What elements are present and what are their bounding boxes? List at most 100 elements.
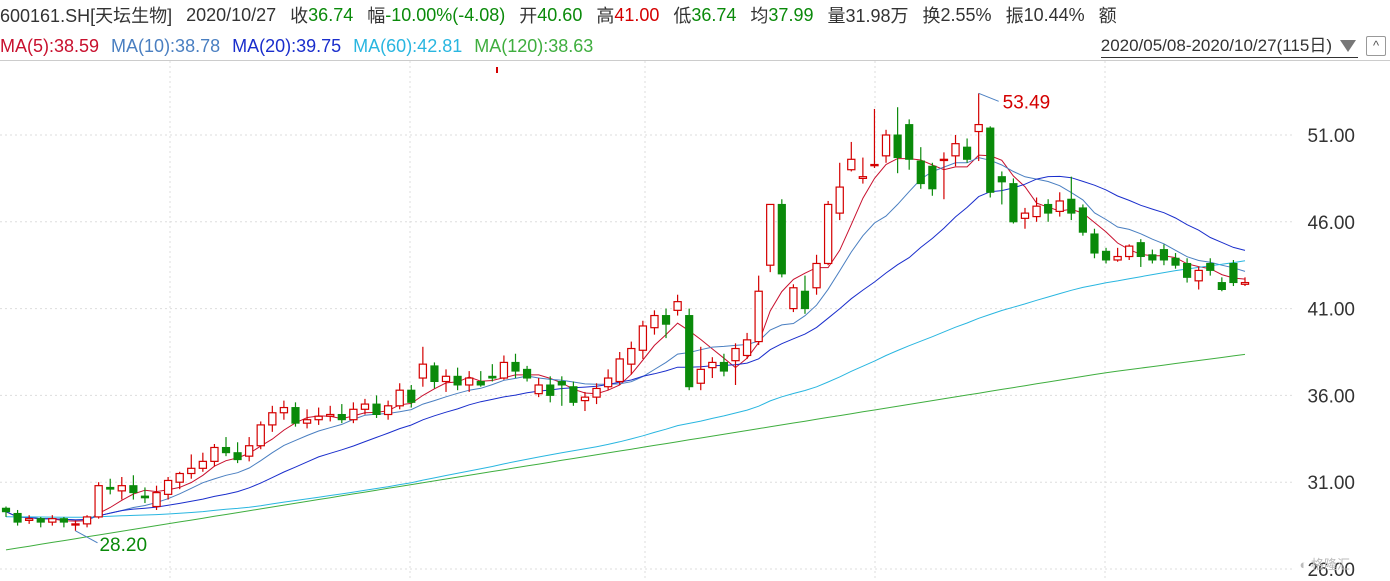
candle-body [129, 485, 138, 494]
candle [383, 400, 393, 420]
candle [117, 476, 126, 500]
candle-body [974, 123, 983, 133]
candle [1148, 249, 1157, 264]
candle-body [1032, 205, 1041, 218]
candle [1044, 199, 1053, 222]
candle [580, 391, 590, 412]
candle [905, 119, 914, 170]
candle-body [951, 143, 960, 157]
candle [210, 444, 219, 467]
volume-label: 量 [827, 6, 846, 26]
candle-body [198, 460, 208, 469]
avg-label: 均 [750, 6, 769, 26]
candle [233, 442, 242, 464]
high-value: 41.00 [614, 4, 660, 25]
candle-body [418, 363, 428, 379]
candle [1078, 204, 1087, 236]
candlestick-chart[interactable]: 51.0046.0041.0036.0031.0026.00 53.4928.2… [0, 61, 1390, 581]
candle-body [522, 368, 532, 379]
candle [511, 353, 520, 379]
candle-body [638, 325, 648, 351]
candle-body [291, 407, 300, 424]
candle [187, 454, 196, 479]
candle [1, 506, 11, 517]
candle-body [464, 377, 474, 386]
candle-body [175, 472, 184, 483]
candle-body [1125, 245, 1134, 258]
candle-body [106, 486, 115, 490]
candle-body [511, 361, 520, 372]
candle-body [557, 381, 566, 386]
candle [1009, 178, 1018, 224]
candle [221, 437, 231, 457]
candle-body [140, 495, 150, 499]
ma5-legend[interactable]: MA(5):38.59 [0, 36, 99, 57]
candle [291, 402, 300, 427]
candle-body [905, 124, 914, 160]
y-tick-label: 46.00 [1307, 213, 1355, 234]
ma20-legend[interactable]: MA(20):39.75 [232, 36, 341, 57]
candle [198, 452, 208, 472]
candle [800, 275, 810, 314]
ma10-legend[interactable]: MA(10):38.78 [111, 36, 220, 57]
candle [314, 407, 323, 425]
candle [453, 367, 462, 391]
open-value: 40.60 [537, 4, 583, 25]
candle-body [163, 479, 173, 495]
candle [974, 93, 983, 162]
candle-body [36, 518, 45, 523]
candle [893, 107, 902, 174]
candle [279, 400, 289, 420]
candle-body [48, 518, 57, 523]
candle-body [881, 134, 891, 157]
candle [708, 357, 717, 379]
stock-code[interactable]: 600161.SH[天坛生物] [0, 2, 172, 28]
candle [603, 369, 613, 391]
dropdown-triangle-icon[interactable] [1340, 40, 1356, 52]
candle [395, 383, 404, 410]
candle-body [1101, 250, 1111, 261]
candle [152, 485, 161, 510]
candle [372, 395, 381, 418]
candle [1101, 247, 1111, 264]
candle-body [256, 424, 265, 447]
collapse-button[interactable]: ^ [1366, 36, 1386, 56]
ma60-legend[interactable]: MA(60):42.81 [353, 36, 462, 57]
candle-body [997, 176, 1006, 183]
ma120-legend[interactable]: MA(120):38.63 [474, 36, 593, 57]
candle-body [94, 485, 103, 518]
candle [963, 138, 972, 163]
candle-body [13, 512, 22, 523]
open-label: 开 [519, 6, 538, 26]
candle-body [789, 287, 798, 310]
candle-body [1020, 212, 1030, 219]
candle-body [488, 375, 497, 379]
candle [441, 369, 451, 392]
candle-body [1136, 242, 1145, 258]
candle [71, 520, 80, 531]
date-range-selector[interactable]: 2020/05/08-2020/10/27(115日) [1100, 35, 1358, 58]
turnover-value: 2.55% [940, 4, 992, 25]
candle-body [453, 375, 462, 386]
candle [1171, 253, 1180, 269]
candle-body [858, 176, 868, 180]
candle [534, 378, 543, 398]
candle [1125, 244, 1134, 260]
candle-body [627, 347, 636, 365]
candle-body [430, 365, 439, 383]
y-tick-label: 31.00 [1307, 473, 1355, 494]
avg-value: 37.99 [768, 4, 814, 25]
candle [337, 404, 346, 424]
candle-body [673, 301, 682, 311]
candle [986, 126, 995, 198]
high-annotation-label: 53.49 [1003, 92, 1051, 113]
candle-body [812, 262, 821, 289]
y-tick-label: 51.00 [1307, 126, 1355, 147]
candle [476, 371, 485, 387]
candle-body [1217, 282, 1226, 291]
candle [430, 362, 439, 389]
candle-body [696, 368, 705, 384]
candle-body [603, 377, 613, 388]
candle [835, 162, 844, 221]
candle-body [546, 384, 555, 396]
